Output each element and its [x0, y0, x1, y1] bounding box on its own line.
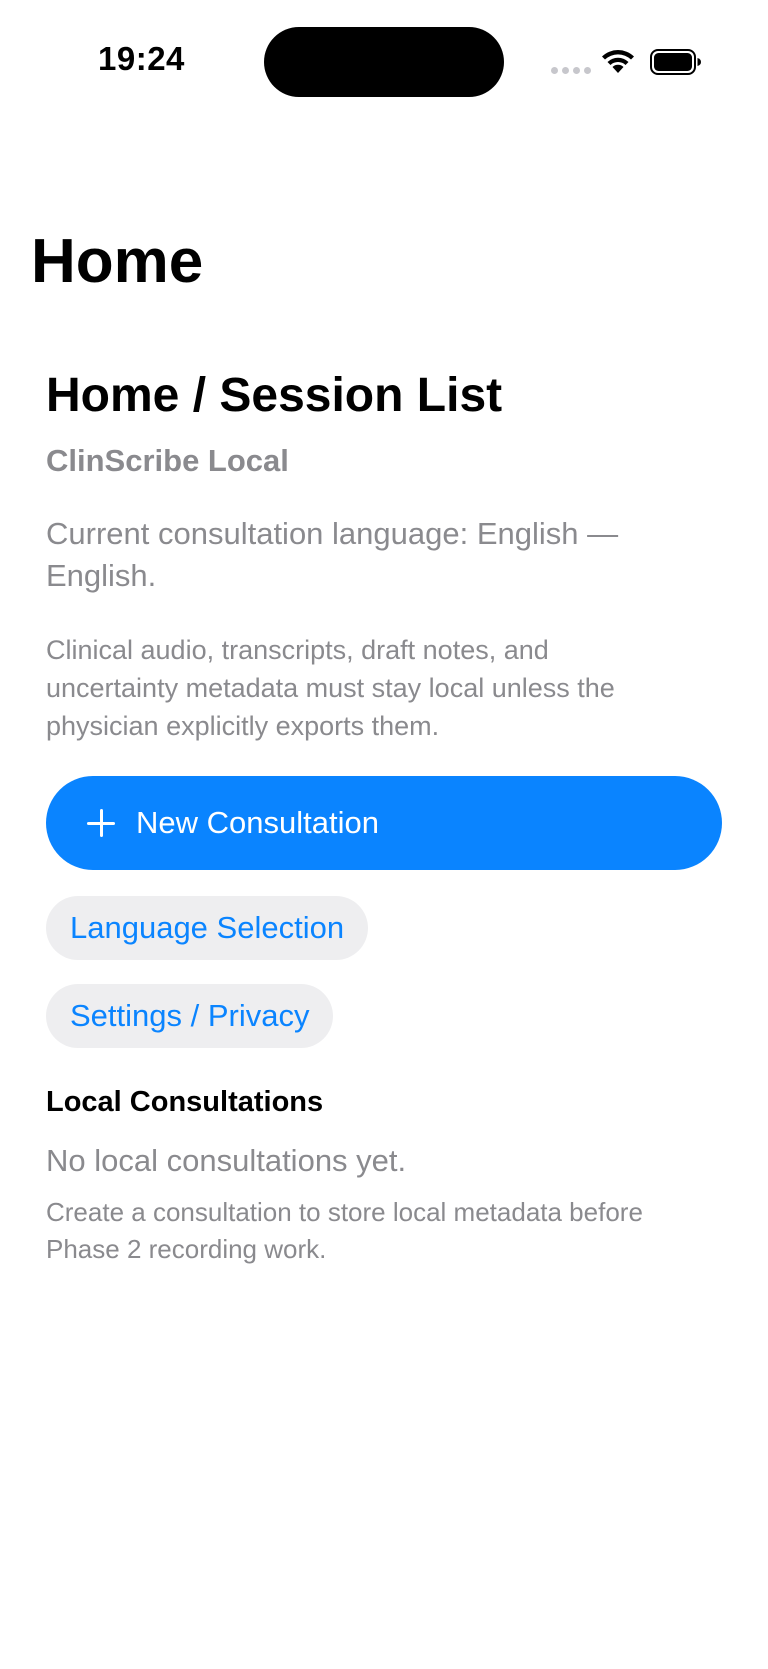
cellular-signal-icon — [551, 67, 591, 74]
page-title: Home — [31, 227, 204, 296]
empty-state-title: No local consultations yet. — [46, 1143, 407, 1178]
settings-privacy-button[interactable]: Settings / Privacy — [46, 984, 334, 1048]
battery-icon — [650, 49, 701, 75]
language-selection-label: Language Selection — [70, 910, 345, 945]
settings-privacy-label: Settings / Privacy — [70, 998, 310, 1033]
new-consultation-label: New Consultation — [136, 805, 379, 840]
wifi-icon — [602, 50, 634, 73]
app-name: ClinScribe Local — [46, 442, 289, 478]
dynamic-island — [264, 27, 504, 97]
status-bar: 19:24 — [0, 0, 768, 120]
status-time: 19:24 — [98, 40, 185, 77]
new-consultation-button[interactable]: New Consultation — [46, 776, 722, 870]
language-status: Current consultation language: English —… — [46, 515, 619, 593]
empty-state-description: Create a consultation to store local met… — [46, 1197, 643, 1264]
privacy-note: Clinical audio, transcripts, draft notes… — [46, 634, 615, 741]
local-consultations-header: Local Consultations — [46, 1086, 324, 1118]
plus-icon — [86, 808, 116, 838]
section-title: Home / Session List — [46, 369, 503, 422]
language-selection-button[interactable]: Language Selection — [46, 896, 369, 960]
home-header-section: Home / Session List ClinScribe Local Cur… — [46, 369, 726, 745]
